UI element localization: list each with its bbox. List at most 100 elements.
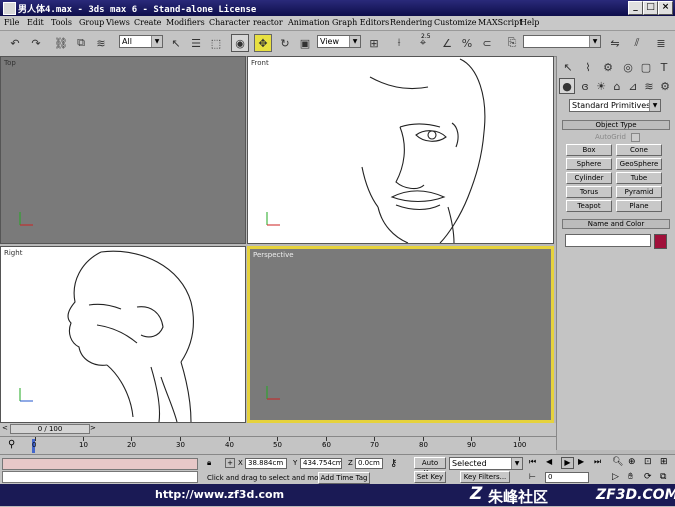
plane-button[interactable]: Plane: [616, 200, 662, 212]
close-button[interactable]: ×: [658, 1, 673, 15]
time-slider[interactable]: < 0 / 100 >: [0, 423, 556, 436]
maxscript-listener-pink[interactable]: [2, 458, 198, 470]
viewport-right-label[interactable]: Right: [4, 249, 22, 257]
object-name-input[interactable]: [565, 234, 651, 247]
mirror-axis-icon[interactable]: ⟊: [390, 34, 408, 52]
absolute-mode-icon[interactable]: +: [225, 458, 235, 468]
tube-button[interactable]: Tube: [616, 172, 662, 184]
key-icon[interactable]: ⚷: [390, 458, 408, 470]
systems-icon[interactable]: ⚙: [657, 78, 673, 94]
menu-file[interactable]: File: [4, 18, 19, 27]
name-color-rollout-header[interactable]: Name and Color: [562, 219, 670, 229]
angle-snap-icon[interactable]: ∠: [438, 34, 456, 52]
pyramid-button[interactable]: Pyramid: [616, 186, 662, 198]
bind-space-warp-icon[interactable]: ≋: [92, 34, 110, 52]
zoom-all-icon[interactable]: ⊕: [628, 457, 640, 469]
viewport-perspective[interactable]: Perspective: [247, 246, 554, 423]
track-bar[interactable]: ⚲ 0 10 20 30 40 50 60 70 80 90 100: [0, 436, 556, 455]
viewport-top[interactable]: Top: [0, 56, 246, 244]
motion-tab-icon[interactable]: ◎: [619, 58, 637, 76]
layer-manager-icon[interactable]: ≣: [652, 34, 670, 52]
box-button[interactable]: Box: [566, 144, 612, 156]
region-select-icon[interactable]: ⬚: [207, 34, 225, 52]
next-frame-icon[interactable]: >: [90, 424, 98, 434]
menu-graph-editors[interactable]: Graph Editors: [332, 18, 389, 27]
menu-tools[interactable]: Tools: [51, 18, 72, 27]
geosphere-button[interactable]: GeoSphere: [616, 158, 662, 170]
ref-coord-dropdown[interactable]: View ▼: [317, 35, 361, 48]
spinner-snap-icon[interactable]: ⊂: [478, 34, 496, 52]
add-time-tag-button[interactable]: Add Time Tag: [318, 472, 370, 484]
category-dropdown[interactable]: Standard Primitives ▼: [569, 99, 661, 112]
watermark-url[interactable]: http://www.zf3d.com: [155, 488, 284, 501]
align-icon[interactable]: ⫽: [628, 34, 646, 52]
sphere-button[interactable]: Sphere: [566, 158, 612, 170]
fov-icon[interactable]: ▷: [612, 472, 624, 484]
object-type-rollout-header[interactable]: Object Type: [562, 120, 670, 130]
auto-key-button[interactable]: Auto Key: [414, 457, 446, 477]
key-filters-button[interactable]: Key Filters...: [460, 471, 510, 483]
go-to-end-icon[interactable]: ⏭: [594, 457, 606, 469]
create-tab-icon[interactable]: ↖: [559, 58, 577, 76]
select-scale-icon[interactable]: ▣: [296, 34, 314, 52]
menu-character[interactable]: Character: [209, 18, 250, 27]
teapot-button[interactable]: Teapot: [566, 200, 612, 212]
maximize-button[interactable]: □: [643, 1, 658, 15]
z-coordinate-field[interactable]: 0.0cm: [355, 458, 383, 469]
autogrid-checkbox[interactable]: [631, 133, 640, 142]
zoom-icon[interactable]: 🔍︎: [612, 457, 624, 469]
space-warps-icon[interactable]: ≋: [641, 78, 657, 94]
previous-frame-icon[interactable]: ◀: [546, 457, 558, 469]
cylinder-button[interactable]: Cylinder: [566, 172, 612, 184]
helpers-icon[interactable]: ⊿: [625, 78, 641, 94]
display-tab-icon[interactable]: ▢: [637, 58, 655, 76]
viewport-perspective-label[interactable]: Perspective: [253, 251, 294, 259]
key-mode-dropdown[interactable]: Selected ▼: [449, 457, 523, 470]
menu-create[interactable]: Create: [134, 18, 161, 27]
menu-help[interactable]: Help: [520, 18, 539, 27]
window-crossing-icon[interactable]: ◉: [231, 34, 249, 52]
current-frame-field[interactable]: 0: [545, 472, 589, 483]
viewport-front[interactable]: Front: [247, 56, 554, 244]
next-frame-button-icon[interactable]: ▶: [578, 457, 590, 469]
menu-views[interactable]: Views: [106, 18, 130, 27]
prev-frame-icon[interactable]: <: [2, 424, 10, 434]
percent-snap-icon[interactable]: %: [458, 34, 476, 52]
lock-selection-icon[interactable]: 🔒︎: [207, 458, 217, 468]
shapes-icon[interactable]: ɞ: [577, 78, 593, 94]
menu-group[interactable]: Group: [79, 18, 104, 27]
modify-tab-icon[interactable]: ⌇: [579, 58, 597, 76]
menu-modifiers[interactable]: Modifiers: [166, 18, 205, 27]
undo-icon[interactable]: ↶: [6, 34, 24, 52]
y-coordinate-field[interactable]: 434.754cm: [300, 458, 342, 469]
zoom-extents-all-icon[interactable]: ⊞: [660, 457, 672, 469]
frame-counter[interactable]: 0 / 100: [10, 424, 90, 434]
viewport-right[interactable]: Right: [0, 246, 246, 423]
play-icon[interactable]: ▶: [561, 457, 574, 469]
minimize-button[interactable]: _: [628, 1, 643, 15]
named-selection-icon[interactable]: ⎘: [503, 34, 521, 52]
geometry-icon[interactable]: ●: [559, 78, 575, 94]
object-color-swatch[interactable]: [654, 234, 667, 249]
select-by-name-icon[interactable]: ☰: [187, 34, 205, 52]
arc-rotate-icon[interactable]: ⟳: [644, 472, 656, 484]
select-link-icon[interactable]: ⛓: [52, 34, 70, 52]
mirror-icon[interactable]: ⇋: [606, 34, 624, 52]
selection-filter-dropdown[interactable]: All ▼: [119, 35, 163, 48]
utilities-tab-icon[interactable]: T: [655, 58, 673, 76]
redo-icon[interactable]: ↷: [27, 34, 45, 52]
cone-button[interactable]: Cone: [616, 144, 662, 156]
set-key-button[interactable]: Set Key: [414, 471, 446, 483]
menu-animation[interactable]: Animation: [288, 18, 330, 27]
torus-button[interactable]: Torus: [566, 186, 612, 198]
select-rotate-icon[interactable]: ↻: [276, 34, 294, 52]
cameras-icon[interactable]: ⌂: [609, 78, 625, 94]
select-object-icon[interactable]: ↖: [167, 34, 185, 52]
menu-maxscript[interactable]: MAXScript: [478, 18, 522, 27]
viewport-front-label[interactable]: Front: [251, 59, 269, 67]
unlink-icon[interactable]: ⧉: [72, 34, 90, 52]
pivot-center-icon[interactable]: ⊞: [365, 34, 383, 52]
pan-icon[interactable]: ✋︎: [628, 472, 640, 484]
viewport-top-label[interactable]: Top: [4, 59, 16, 67]
lights-icon[interactable]: ☀: [593, 78, 609, 94]
